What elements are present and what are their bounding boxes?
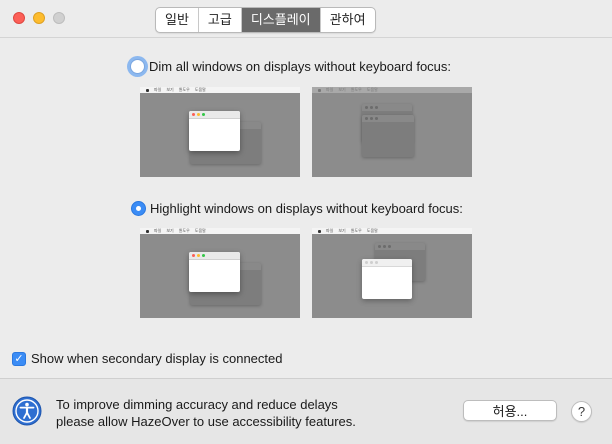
apple-icon [146,88,149,92]
highlight-radio[interactable] [131,201,146,216]
preview-menu-item: 윈도우 [350,87,362,92]
preview-menu-item: 도움말 [194,228,206,233]
tab-display[interactable]: 디스플레이 [241,8,321,32]
preview-menu-item: 도움말 [194,87,206,92]
preview-active-window [189,111,240,151]
highlight-option[interactable]: Highlight windows on displays without ke… [131,201,463,216]
preview-menu-item: 윈도우 [178,87,190,92]
preview-menu-item: 파일 [154,228,162,233]
preview-menu-item: 파일 [326,87,334,92]
tab-about[interactable]: 관하여 [321,8,375,32]
apple-icon [146,229,149,233]
allow-button[interactable]: 허용... [463,400,557,421]
dim-preview-secondary-display: 파일 보기 윈도우 도움말 [312,87,472,177]
zoom-window-button[interactable] [53,12,65,24]
preferences-tabs: 일반 고급 디스플레이 관하여 [155,7,376,33]
preview-menu-item: 보기 [166,228,174,233]
preview-menubar: 파일 보기 윈도우 도움말 [312,228,472,234]
apple-icon [318,88,321,92]
dim-radio[interactable] [130,59,145,74]
preview-active-window [189,252,240,292]
preferences-window: 일반 고급 디스플레이 관하여 Dim all windows on displ… [0,0,612,444]
secondary-display-option[interactable]: ✓ Show when secondary display is connect… [12,351,282,366]
preview-menu-item: 파일 [326,228,334,233]
preview-menu-item: 도움말 [366,87,378,92]
minimize-window-button[interactable] [33,12,45,24]
preview-menu-item: 파일 [154,87,162,92]
preview-menu-item: 윈도우 [350,228,362,233]
accessibility-message-line2: please allow HazeOver to use accessibili… [56,414,356,429]
preview-highlighted-window [362,259,412,299]
preview-menu-item: 도움말 [366,228,378,233]
header-divider [0,37,612,38]
tab-advanced[interactable]: 고급 [199,8,242,32]
accessibility-icon [12,396,42,426]
preview-dimmed-window [362,115,414,157]
accessibility-message-line1: To improve dimming accuracy and reduce d… [56,397,338,412]
dim-preview-focused-display: 파일 보기 윈도우 도움말 [140,87,300,177]
dim-option-label: Dim all windows on displays without keyb… [149,59,452,74]
preview-menubar: 파일 보기 윈도우 도움말 [312,87,472,93]
apple-icon [318,229,321,233]
preview-menubar: 파일 보기 윈도우 도움말 [140,87,300,93]
preview-menu-item: 보기 [338,87,346,92]
highlight-option-label: Highlight windows on displays without ke… [150,201,463,216]
preview-menu-item: 윈도우 [178,228,190,233]
secondary-display-checkbox[interactable]: ✓ [12,351,26,366]
preview-menubar: 파일 보기 윈도우 도움말 [140,228,300,234]
preview-menu-item: 보기 [338,228,346,233]
highlight-preview-focused-display: 파일 보기 윈도우 도움말 [140,228,300,318]
accessibility-message: To improve dimming accuracy and reduce d… [56,396,356,430]
tab-general[interactable]: 일반 [156,8,199,32]
highlight-preview-secondary-display: 파일 보기 윈도우 도움말 [312,228,472,318]
secondary-display-label: Show when secondary display is connected [31,351,283,366]
help-button[interactable]: ? [571,401,592,422]
preview-menu-item: 보기 [166,87,174,92]
close-window-button[interactable] [13,12,25,24]
window-controls [13,12,65,24]
dim-option[interactable]: Dim all windows on displays without keyb… [130,59,451,74]
